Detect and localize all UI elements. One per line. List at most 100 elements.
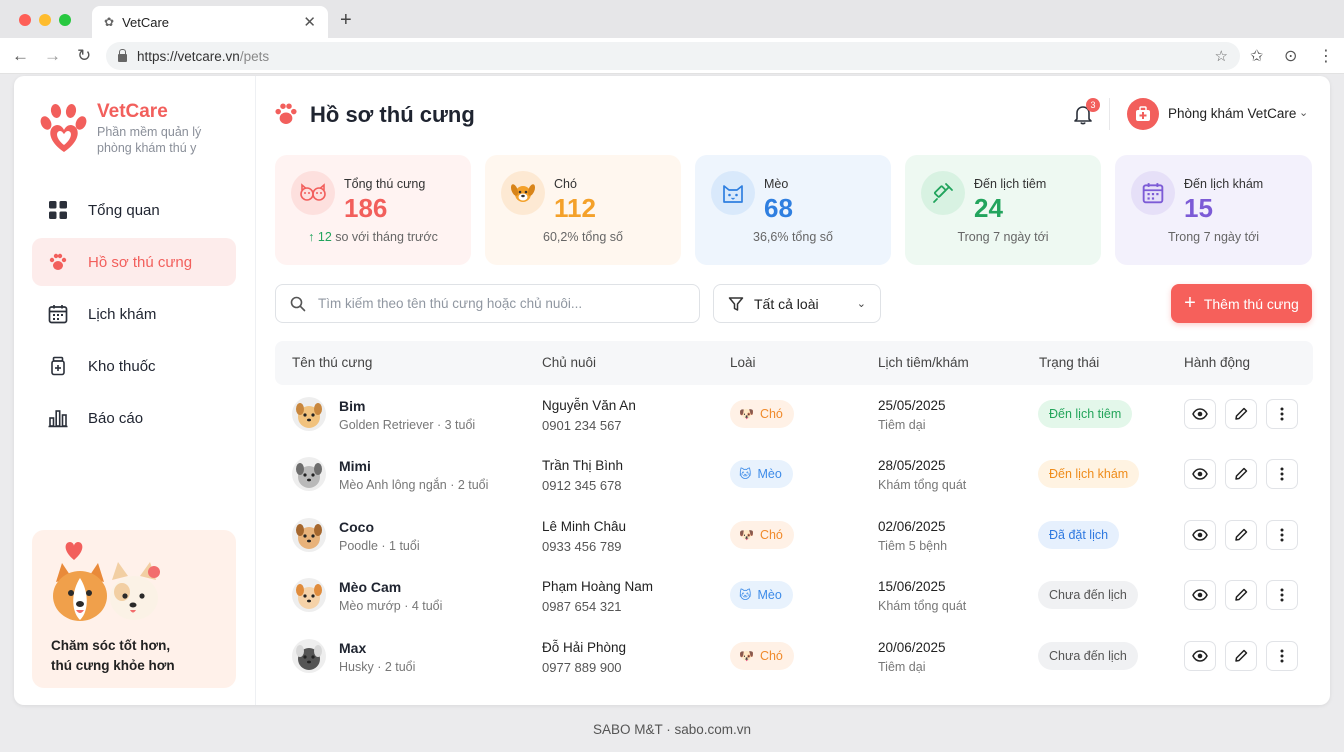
- more-options-button[interactable]: [1266, 459, 1298, 490]
- sidebar: VetCare Phần mềm quản lý phòng khám thú …: [14, 76, 256, 705]
- more-options-button[interactable]: [1266, 640, 1298, 671]
- stat-label: Đến lịch tiêm: [974, 177, 1047, 191]
- owner-phone: 0912 345 678: [542, 478, 622, 494]
- owner-name: Phạm Hoàng Nam: [542, 579, 654, 595]
- owner-name: Lê Minh Châu: [542, 518, 627, 534]
- syringe-icon: [921, 171, 965, 215]
- eye-icon: [1192, 529, 1208, 541]
- download-icon[interactable]: ⊙: [1284, 46, 1297, 66]
- stat-sub: ↑ 12 so với tháng trước: [275, 230, 471, 244]
- vetcare-logo-icon: [40, 104, 87, 152]
- filter-label: Tất cả loài: [754, 295, 819, 312]
- edit-button[interactable]: [1225, 640, 1257, 671]
- status-badge: Đã đặt lịch: [1038, 520, 1120, 549]
- owner-phone: 0987 654 321: [542, 599, 622, 615]
- view-button[interactable]: [1184, 580, 1216, 611]
- eye-icon: [1192, 468, 1208, 481]
- reading-list-icon[interactable]: ✩: [1250, 46, 1263, 66]
- sidebar-item-pet-records[interactable]: Hồ sơ thú cưng: [32, 238, 236, 286]
- promo-line-2: thú cưng khỏe hơn: [51, 658, 175, 673]
- chevron-down-icon[interactable]: ⌄: [1299, 106, 1308, 119]
- clinic-avatar[interactable]: [1127, 98, 1159, 130]
- more-vertical-icon: [1280, 588, 1284, 602]
- owner-phone: 0933 456 789: [542, 538, 622, 554]
- browser-tab-bar: ✿ VetCare ✕ +: [0, 0, 1344, 38]
- plus-icon: +: [1184, 292, 1196, 314]
- edit-button[interactable]: [1225, 459, 1257, 490]
- calendar-icon: [1131, 171, 1175, 215]
- paw-icon: [49, 253, 67, 270]
- view-button[interactable]: [1184, 399, 1216, 429]
- window-minimize-dot[interactable]: [39, 14, 51, 26]
- browser-tab[interactable]: ✿ VetCare ✕: [92, 6, 328, 38]
- column-header-status: Trạng thái: [1039, 355, 1100, 370]
- pet-name[interactable]: Coco: [339, 519, 374, 535]
- page-title: Hồ sơ thú cưng: [310, 102, 475, 127]
- stat-value: 186: [344, 193, 388, 223]
- species-badge: 🐶 Chó: [730, 520, 794, 549]
- stat-card-cats: Mèo 68 36,6% tổng số: [695, 155, 891, 265]
- app-window: VetCare Phần mềm quản lý phòng khám thú …: [14, 76, 1330, 705]
- view-button[interactable]: [1184, 640, 1216, 671]
- dog-face-icon: [501, 171, 545, 215]
- stat-label: Mèo: [764, 177, 789, 191]
- bookmark-star-icon[interactable]: ☆: [1215, 47, 1228, 65]
- edit-button[interactable]: [1225, 580, 1257, 611]
- back-arrow-icon[interactable]: ←: [12, 46, 29, 66]
- more-options-button[interactable]: [1266, 580, 1298, 611]
- sidebar-item-overview[interactable]: Tổng quan: [32, 186, 236, 234]
- schedule-note: Khám tổng quát: [878, 478, 967, 493]
- owner-phone: 0977 889 900: [542, 659, 622, 675]
- pencil-icon: [1235, 649, 1248, 662]
- search-input[interactable]: Tìm kiếm theo tên thú cưng hoặc chủ nuôi…: [275, 284, 700, 323]
- more-vertical-icon: [1280, 528, 1284, 542]
- new-tab-icon[interactable]: +: [340, 9, 352, 32]
- cat-dog-faces-icon: [291, 171, 335, 215]
- species-filter-select[interactable]: Tất cả loài ⌄: [713, 284, 881, 323]
- window-close-dot[interactable]: [19, 14, 31, 26]
- view-button[interactable]: [1184, 459, 1216, 490]
- pet-name[interactable]: Mimi: [339, 458, 371, 474]
- sidebar-item-label: Hồ sơ thú cưng: [88, 253, 193, 271]
- species-label: Chó: [759, 527, 783, 542]
- window-maximize-dot[interactable]: [59, 14, 71, 26]
- tab-close-icon[interactable]: ✕: [303, 13, 316, 31]
- search-placeholder: Tìm kiếm theo tên thú cưng hoặc chủ nuôi…: [318, 296, 583, 311]
- add-pet-button[interactable]: + Thêm thú cưng: [1171, 284, 1312, 323]
- pet-name[interactable]: Max: [339, 640, 366, 656]
- browser-menu-icon[interactable]: ⋮: [1318, 46, 1334, 66]
- stat-card-checkup: Đến lịch khám 15 Trong 7 ngày tới: [1115, 155, 1312, 265]
- url-field[interactable]: https://vetcare.vn/pets ☆: [106, 42, 1240, 70]
- sidebar-item-pharmacy[interactable]: Kho thuốc: [32, 342, 236, 390]
- pet-name[interactable]: Bim: [339, 398, 365, 414]
- stat-sub-text: so với tháng trước: [331, 230, 438, 244]
- tab-title: VetCare: [122, 14, 170, 30]
- table-row: Coco Poodle · 1 tuổi Lê Minh Châu 0933 4…: [275, 506, 1313, 566]
- stat-label: Đến lịch khám: [1184, 177, 1264, 191]
- more-options-button[interactable]: [1266, 399, 1298, 429]
- pets-illustration: [53, 542, 160, 621]
- sidebar-item-label: Lịch khám: [88, 305, 157, 323]
- more-options-button[interactable]: [1266, 519, 1298, 550]
- pet-breed-age: Husky · 2 tuổi: [339, 659, 416, 674]
- search-icon: [290, 296, 306, 311]
- view-button[interactable]: [1184, 519, 1216, 550]
- table-header: Tên thú cưng Chủ nuôi Loài Lịch tiêm/khá…: [275, 341, 1313, 385]
- pet-avatar: [292, 517, 326, 552]
- reload-icon[interactable]: ↻: [77, 46, 91, 66]
- species-badge: 🐶 Chó: [730, 400, 794, 428]
- edit-button[interactable]: [1225, 519, 1257, 550]
- clinic-name[interactable]: Phòng khám VetCare: [1168, 106, 1296, 121]
- pencil-icon: [1235, 468, 1248, 481]
- sidebar-item-appointments[interactable]: Lịch khám: [32, 290, 236, 338]
- stat-value: 112: [554, 193, 596, 223]
- pet-name[interactable]: Mèo Cam: [339, 579, 401, 595]
- species-badge: 🐱 Mèo: [730, 581, 793, 610]
- pet-avatar: [292, 397, 326, 431]
- eye-icon: [1192, 408, 1208, 420]
- edit-button[interactable]: [1225, 399, 1257, 429]
- sidebar-item-reports[interactable]: Báo cáo: [32, 394, 236, 442]
- forward-arrow-icon[interactable]: →: [44, 46, 61, 66]
- more-vertical-icon: [1280, 649, 1284, 663]
- species-label: Mèo: [757, 588, 782, 603]
